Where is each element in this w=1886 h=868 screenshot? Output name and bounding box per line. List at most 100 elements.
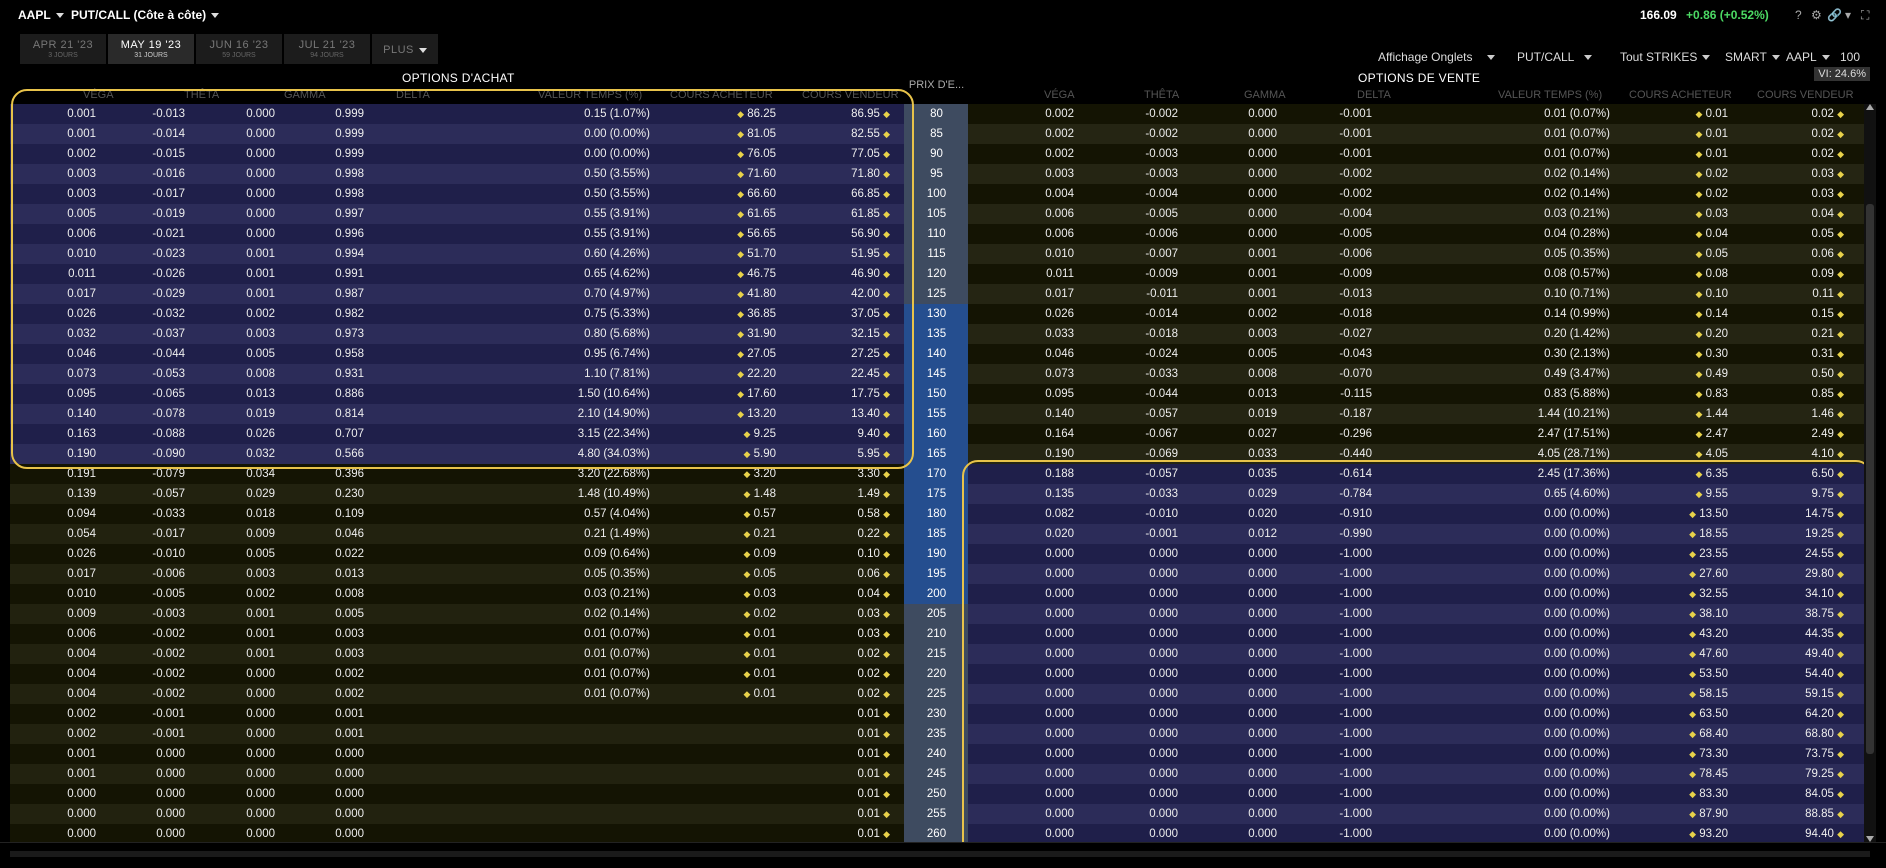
put-row[interactable]: 0.000 0.000 0.000 -1.000 0.00 (0.00%) ◆ 23.55…: [968, 544, 1864, 564]
put-row[interactable]: 0.082 -0.010 0.020 -0.910 0.00 (0.00%) ◆ 13.5…: [968, 504, 1864, 524]
gear-icon[interactable]: ⚙: [1811, 8, 1822, 22]
put-ask-cell[interactable]: 0.04 ◆: [1811, 204, 1844, 224]
strike-cell[interactable]: 175: [904, 484, 969, 504]
put-ask-cell[interactable]: 2.49 ◆: [1811, 424, 1844, 444]
strike-cell[interactable]: 180: [904, 504, 969, 524]
put-bid-cell[interactable]: ◆ 78.45: [1689, 764, 1728, 784]
call-bid-cell[interactable]: ◆ 9.25: [743, 424, 776, 444]
put-row[interactable]: 0.000 0.000 0.000 -1.000 0.00 (0.00%) ◆ 78.45…: [968, 764, 1864, 784]
put-bid-cell[interactable]: ◆ 58.15: [1689, 684, 1728, 704]
strike-cell[interactable]: 130: [904, 304, 969, 324]
strike-cell[interactable]: 245: [904, 764, 969, 784]
call-ask-cell[interactable]: 0.04 ◆: [857, 584, 890, 604]
strike-cell[interactable]: 135: [904, 324, 969, 344]
col-vega-puts[interactable]: VÉGA: [1044, 89, 1075, 101]
col-gamma-puts[interactable]: GAMMA: [1244, 89, 1286, 101]
put-bid-cell[interactable]: ◆ 93.20: [1689, 824, 1728, 844]
put-row[interactable]: 0.000 0.000 0.000 -1.000 0.00 (0.00%) ◆ 68.40…: [968, 724, 1864, 744]
put-row[interactable]: 0.010 -0.007 0.001 -0.006 0.05 (0.35%) ◆ 0.05…: [968, 244, 1864, 264]
put-bid-cell[interactable]: ◆ 18.55: [1689, 524, 1728, 544]
put-bid-cell[interactable]: ◆ 63.50: [1689, 704, 1728, 724]
call-ask-cell[interactable]: 0.58 ◆: [857, 504, 890, 524]
put-ask-cell[interactable]: 0.50 ◆: [1811, 364, 1844, 384]
put-bid-cell[interactable]: ◆ 53.50: [1689, 664, 1728, 684]
strike-cell[interactable]: 170: [904, 464, 969, 484]
col-delta-calls[interactable]: DELTA: [396, 89, 430, 101]
put-ask-cell[interactable]: 0.15 ◆: [1811, 304, 1844, 324]
put-bid-cell[interactable]: ◆ 27.60: [1689, 564, 1728, 584]
call-row[interactable]: 0.191 -0.079 0.034 0.396 3.20 (22.68%) ◆ 3.20…: [10, 464, 908, 484]
call-ask-cell[interactable]: 42.00 ◆: [851, 284, 890, 304]
call-ask-cell[interactable]: 61.85 ◆: [851, 204, 890, 224]
col-bid-puts[interactable]: COURS ACHETEUR: [1629, 89, 1732, 101]
view-mode-dropdown[interactable]: PUT/CALL (Côte à côte): [71, 8, 220, 22]
call-row[interactable]: 0.004 -0.002 0.000 0.002 0.01 (0.07%) ◆ 0.01 0…: [10, 684, 908, 704]
put-bid-cell[interactable]: ◆ 0.49: [1695, 364, 1728, 384]
put-ask-cell[interactable]: 14.75 ◆: [1805, 504, 1844, 524]
col-bid-calls[interactable]: COURS ACHETEUR: [670, 89, 773, 101]
put-bid-cell[interactable]: ◆ 0.30: [1695, 344, 1728, 364]
call-row[interactable]: 0.000 0.000 0.000 0.000 ◆ 0.01 ◆: [10, 784, 908, 804]
put-ask-cell[interactable]: 0.03 ◆: [1811, 164, 1844, 184]
put-ask-cell[interactable]: 34.10 ◆: [1805, 584, 1844, 604]
call-ask-cell[interactable]: 13.40 ◆: [851, 404, 890, 424]
strike-cell[interactable]: 225: [904, 684, 969, 704]
put-row[interactable]: 0.002 -0.003 0.000 -0.001 0.01 (0.07%) ◆ 0.01…: [968, 144, 1864, 164]
put-row[interactable]: 0.011 -0.009 0.001 -0.009 0.08 (0.57%) ◆ 0.08…: [968, 264, 1864, 284]
put-bid-cell[interactable]: ◆ 0.14: [1695, 304, 1728, 324]
strike-cell[interactable]: 105: [904, 204, 969, 224]
call-bid-cell[interactable]: ◆ 51.70: [737, 244, 776, 264]
vertical-scrollbar[interactable]: [1864, 104, 1876, 842]
put-row[interactable]: 0.006 -0.005 0.000 -0.004 0.03 (0.21%) ◆ 0.03…: [968, 204, 1864, 224]
call-ask-cell[interactable]: 37.05 ◆: [851, 304, 890, 324]
call-row[interactable]: 0.009 -0.003 0.001 0.005 0.02 (0.14%) ◆ 0.02 0…: [10, 604, 908, 624]
chevron-down-icon[interactable]: ▾: [1845, 8, 1851, 22]
call-bid-cell[interactable]: ◆ 0.02: [743, 604, 776, 624]
put-ask-cell[interactable]: 64.20 ◆: [1805, 704, 1844, 724]
put-bid-cell[interactable]: ◆ 32.55: [1689, 584, 1728, 604]
put-bid-cell[interactable]: ◆ 0.02: [1695, 184, 1728, 204]
put-bid-cell[interactable]: ◆ 0.02: [1695, 164, 1728, 184]
put-ask-cell[interactable]: 1.46 ◆: [1811, 404, 1844, 424]
call-ask-cell[interactable]: 9.40 ◆: [857, 424, 890, 444]
col-vega-calls[interactable]: VÉGA: [83, 89, 114, 101]
call-row[interactable]: 0.017 -0.006 0.003 0.013 0.05 (0.35%) ◆ 0.05 0…: [10, 564, 908, 584]
call-row[interactable]: 0.001 0.000 0.000 0.000 ◆ 0.01 ◆: [10, 764, 908, 784]
put-row[interactable]: 0.135 -0.033 0.029 -0.784 0.65 (4.60%) ◆ 9.55…: [968, 484, 1864, 504]
put-row[interactable]: 0.000 0.000 0.000 -1.000 0.00 (0.00%) ◆ 38.10…: [968, 604, 1864, 624]
put-ask-cell[interactable]: 19.25 ◆: [1805, 524, 1844, 544]
call-ask-cell[interactable]: 27.25 ◆: [851, 344, 890, 364]
put-bid-cell[interactable]: ◆ 23.55: [1689, 544, 1728, 564]
put-row[interactable]: 0.188 -0.057 0.035 -0.614 2.45 (17.36%) ◆ 6.3…: [968, 464, 1864, 484]
put-row[interactable]: 0.000 0.000 0.000 -1.000 0.00 (0.00%) ◆ 27.60…: [968, 564, 1864, 584]
call-ask-cell[interactable]: 0.06 ◆: [857, 564, 890, 584]
underlying-dropdown[interactable]: AAPL: [1786, 50, 1830, 64]
put-ask-cell[interactable]: 73.75 ◆: [1805, 744, 1844, 764]
put-row[interactable]: 0.000 0.000 0.000 -1.000 0.00 (0.00%) ◆ 58.15…: [968, 684, 1864, 704]
call-ask-cell[interactable]: 0.01 ◆: [857, 744, 890, 764]
put-ask-cell[interactable]: 0.09 ◆: [1811, 264, 1844, 284]
put-row[interactable]: 0.073 -0.033 0.008 -0.070 0.49 (3.47%) ◆ 0.49…: [968, 364, 1864, 384]
col-timevalue-puts[interactable]: VALEUR TEMPS (%): [1498, 89, 1602, 101]
call-row[interactable]: 0.094 -0.033 0.018 0.109 0.57 (4.04%) ◆ 0.57 0…: [10, 504, 908, 524]
call-ask-cell[interactable]: 0.01 ◆: [857, 704, 890, 724]
call-ask-cell[interactable]: 3.30 ◆: [857, 464, 890, 484]
put-bid-cell[interactable]: ◆ 0.05: [1695, 244, 1728, 264]
call-bid-cell[interactable]: ◆ 3.20: [743, 464, 776, 484]
strike-cell[interactable]: 95: [904, 164, 969, 184]
call-bid-cell[interactable]: ◆ 0.09: [743, 544, 776, 564]
call-bid-cell[interactable]: ◆ 86.25: [737, 104, 776, 124]
put-ask-cell[interactable]: 38.75 ◆: [1805, 604, 1844, 624]
call-row[interactable]: 0.032 -0.037 0.003 0.973 0.80 (5.68%) ◆ 31.90…: [10, 324, 908, 344]
strike-cell[interactable]: 235: [904, 724, 969, 744]
put-bid-cell[interactable]: ◆ 0.01: [1695, 124, 1728, 144]
call-bid-cell[interactable]: ◆ 71.60: [737, 164, 776, 184]
put-bid-cell[interactable]: ◆ 0.08: [1695, 264, 1728, 284]
call-bid-cell[interactable]: ◆ 76.05: [737, 144, 776, 164]
call-ask-cell[interactable]: 0.02 ◆: [857, 684, 890, 704]
put-bid-cell[interactable]: ◆ 2.47: [1695, 424, 1728, 444]
call-row[interactable]: 0.001 0.000 0.000 0.000 ◆ 0.01 ◆: [10, 744, 908, 764]
col-gamma-calls[interactable]: GAMMA: [284, 89, 326, 101]
call-row[interactable]: 0.001 -0.013 0.000 0.999 0.15 (1.07%) ◆ 86.25…: [10, 104, 908, 124]
call-ask-cell[interactable]: 0.01 ◆: [857, 724, 890, 744]
